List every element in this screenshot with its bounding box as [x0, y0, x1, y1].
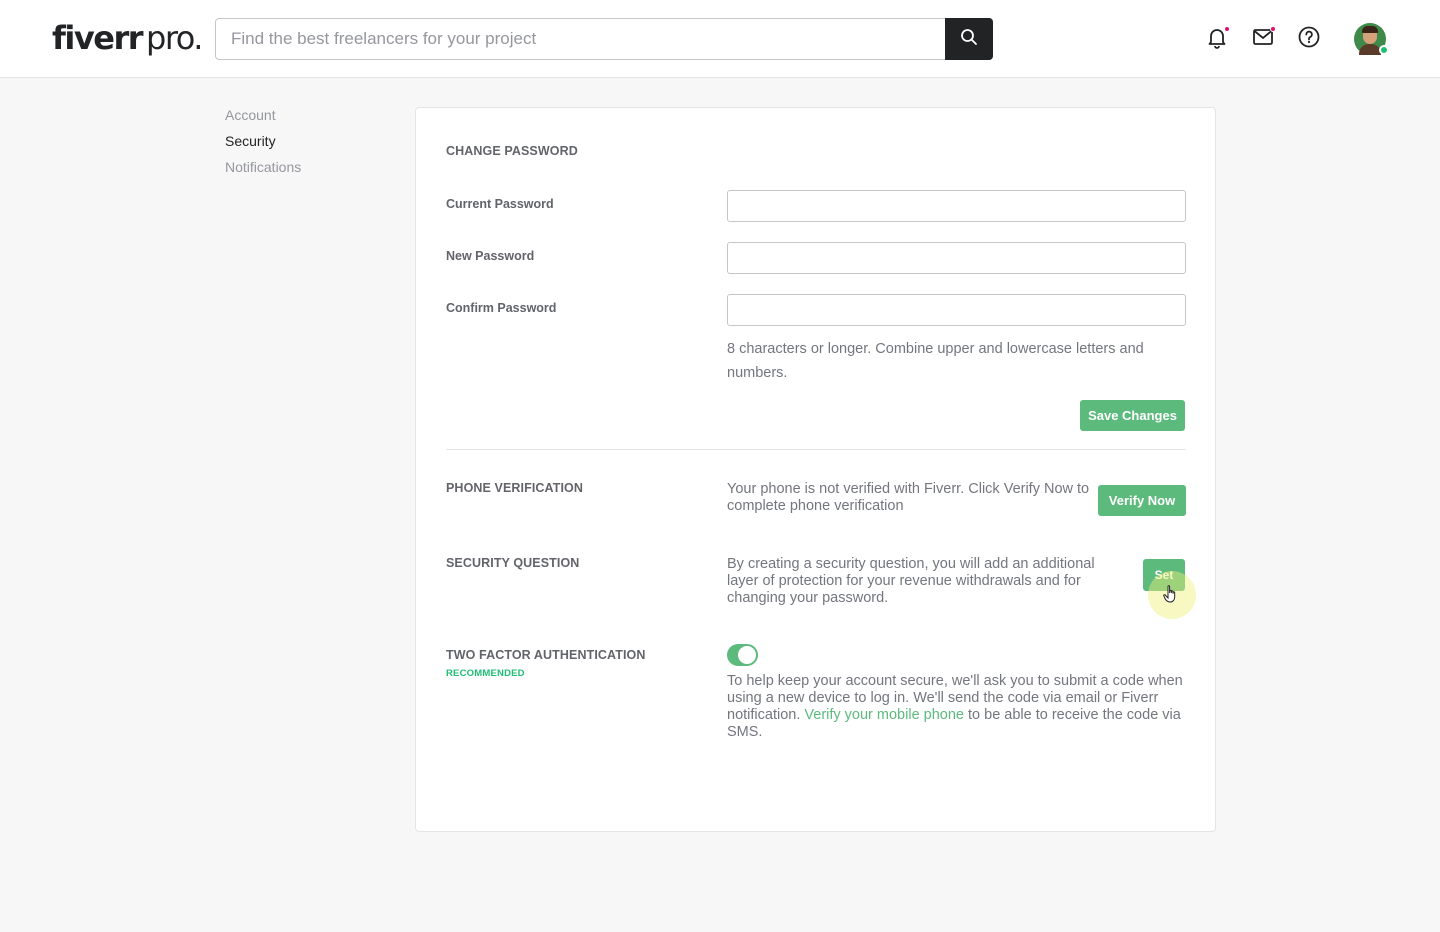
- verify-now-button[interactable]: Verify Now: [1098, 485, 1186, 516]
- save-changes-button[interactable]: Save Changes: [1080, 400, 1185, 431]
- security-question-text: By creating a security question, you wil…: [727, 556, 1095, 606]
- search-bar: [215, 18, 993, 60]
- search-input[interactable]: [216, 19, 946, 59]
- toggle-knob: [738, 646, 756, 664]
- search-icon: [960, 28, 978, 51]
- sidebar-item-notifications[interactable]: Notifications: [225, 159, 301, 175]
- avatar[interactable]: [1354, 23, 1389, 55]
- current-password-input[interactable]: [728, 191, 1185, 221]
- recommended-badge: RECOMMENDED: [446, 668, 525, 679]
- security-question-title: SECURITY QUESTION: [446, 556, 580, 570]
- two-factor-title: TWO FACTOR AUTHENTICATION: [446, 648, 646, 662]
- confirm-password-field-wrap: [727, 294, 1186, 326]
- top-header: fiverr pro.: [0, 0, 1440, 78]
- current-password-field-wrap: [727, 190, 1186, 222]
- new-password-field-wrap: [727, 242, 1186, 274]
- password-hint: 8 characters or longer. Combine upper an…: [727, 341, 1144, 381]
- section-divider: [446, 449, 1186, 450]
- logo-pro-text: pro: [146, 19, 195, 57]
- sidebar-item-account[interactable]: Account: [225, 107, 276, 123]
- current-password-label: Current Password: [446, 197, 554, 211]
- search-button[interactable]: [945, 18, 993, 60]
- change-password-title: CHANGE PASSWORD: [446, 144, 578, 158]
- logo-dot: .: [193, 19, 203, 57]
- help-button[interactable]: [1296, 26, 1322, 52]
- verify-mobile-phone-link[interactable]: Verify your mobile phone: [804, 707, 964, 723]
- fiverr-pro-logo[interactable]: fiverr pro.: [52, 18, 203, 58]
- new-password-label: New Password: [446, 249, 535, 263]
- confirm-password-label: Confirm Password: [446, 301, 557, 315]
- notifications-button[interactable]: [1204, 26, 1230, 52]
- security-settings-card: CHANGE PASSWORD Current Password New Pas…: [415, 107, 1216, 832]
- message-dot: [1270, 26, 1276, 32]
- set-security-question-button[interactable]: Set: [1143, 559, 1185, 591]
- phone-verification-text: Your phone is not verified with Fiverr. …: [727, 481, 1090, 514]
- notification-dot: [1224, 26, 1230, 32]
- logo-text: fiverr: [52, 19, 144, 57]
- sidebar-item-security[interactable]: Security: [225, 133, 276, 149]
- two-factor-toggle[interactable]: [727, 644, 758, 666]
- phone-verification-title: PHONE VERIFICATION: [446, 481, 583, 495]
- two-factor-text: To help keep your account secure, we'll …: [727, 673, 1187, 741]
- confirm-password-input[interactable]: [728, 295, 1185, 325]
- new-password-input[interactable]: [728, 243, 1185, 273]
- messages-button[interactable]: [1250, 26, 1276, 52]
- help-icon: [1297, 25, 1321, 54]
- online-status-dot: [1379, 45, 1389, 55]
